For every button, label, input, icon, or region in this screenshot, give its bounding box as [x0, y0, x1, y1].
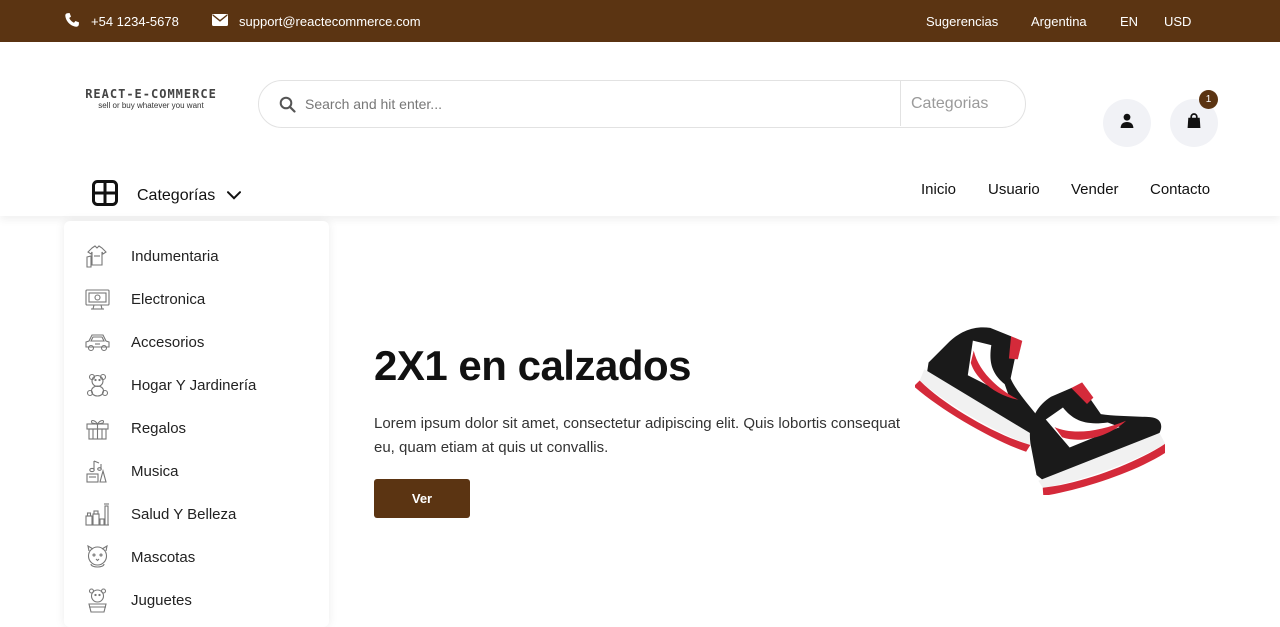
- sidebar-item-label: Musica: [131, 463, 179, 480]
- top-bar: +54 1234-5678 support@reactecommerce.com…: [0, 0, 1280, 42]
- car-icon: [84, 329, 111, 356]
- teddy-bear-icon: [84, 372, 111, 399]
- sidebar-item-salud-y-belleza[interactable]: Salud Y Belleza: [64, 493, 329, 536]
- sidebar-item-musica[interactable]: Musica: [64, 450, 329, 493]
- sidebar-item-accesorios[interactable]: Accesorios: [64, 321, 329, 364]
- mail-icon: [212, 13, 228, 29]
- sidebar-item-indumentaria[interactable]: Indumentaria: [64, 235, 329, 278]
- sidebar-item-label: Mascotas: [131, 549, 196, 566]
- logo[interactable]: REACT-E-COMMERCE sell or buy whatever yo…: [63, 88, 239, 111]
- nav-usuario[interactable]: Usuario: [988, 181, 1040, 198]
- pet-icon: [84, 544, 111, 571]
- suggestions-link[interactable]: Sugerencias: [926, 0, 998, 42]
- phone-icon: [64, 12, 80, 31]
- sidebar-item-hogar-y-jardineria[interactable]: Hogar Y Jardinería: [64, 364, 329, 407]
- nav-contacto[interactable]: Contacto: [1150, 181, 1210, 198]
- chevron-down-icon: [227, 187, 242, 205]
- user-button[interactable]: [1103, 99, 1151, 147]
- sneakers-image: [913, 305, 1168, 500]
- language-selector[interactable]: EN: [1120, 0, 1138, 42]
- music-icon: [84, 458, 111, 485]
- nav-vender[interactable]: Vender: [1071, 181, 1119, 198]
- search-icon[interactable]: [279, 96, 296, 118]
- gift-icon: [84, 415, 111, 442]
- cart-count-badge: 1: [1199, 90, 1218, 109]
- currency-selector[interactable]: USD: [1164, 0, 1191, 42]
- search-divider: [900, 81, 901, 126]
- sidebar-item-label: Indumentaria: [131, 248, 219, 265]
- sidebar-item-label: Juguetes: [131, 592, 192, 609]
- header: REACT-E-COMMERCE sell or buy whatever yo…: [0, 42, 1280, 216]
- sidebar-item-regalos[interactable]: Regalos: [64, 407, 329, 450]
- hero-description: Lorem ipsum dolor sit amet, consectetur …: [374, 415, 901, 456]
- toy-icon: [84, 587, 111, 614]
- nav-inicio[interactable]: Inicio: [921, 181, 956, 198]
- sidebar-item-mascotas[interactable]: Mascotas: [64, 536, 329, 579]
- beauty-icon: [84, 501, 111, 528]
- sidebar-item-label: Hogar Y Jardinería: [131, 377, 257, 394]
- sidebar-item-juguetes[interactable]: Juguetes: [64, 579, 329, 622]
- search-category-select[interactable]: Categorias: [911, 81, 988, 126]
- user-icon: [1120, 113, 1134, 134]
- email-address: support@reactecommerce.com: [239, 13, 421, 29]
- sidebar-item-label: Salud Y Belleza: [131, 506, 237, 523]
- categories-menu-label: Categorías: [137, 186, 216, 204]
- sidebar-item-label: Regalos: [131, 420, 187, 437]
- monitor-icon: [84, 286, 111, 313]
- logo-tagline: sell or buy whatever you want: [98, 101, 204, 110]
- sidebar-item-label: Accesorios: [131, 334, 205, 351]
- clothing-icon: [84, 243, 111, 270]
- categories-menu-toggle[interactable]: Categorías: [92, 180, 242, 211]
- search-input[interactable]: [305, 89, 895, 119]
- phone-number: +54 1234-5678: [91, 13, 179, 29]
- search-bar: Categorias: [258, 80, 1026, 128]
- country-selector[interactable]: Argentina: [1031, 0, 1087, 42]
- category-sidebar: Indumentaria Electronica Accesorios Hoga…: [64, 221, 329, 627]
- hero-view-button[interactable]: Ver: [374, 479, 470, 518]
- grid-icon: [92, 180, 118, 211]
- logo-title: REACT-E-COMMERCE: [85, 87, 217, 101]
- email-contact[interactable]: support@reactecommerce.com: [212, 0, 421, 42]
- sidebar-item-electronica[interactable]: Electronica: [64, 278, 329, 321]
- hero-title: 2X1 en calzados: [374, 342, 692, 389]
- sidebar-item-label: Electronica: [131, 291, 206, 308]
- shopping-bag-icon: [1187, 112, 1201, 134]
- phone-contact[interactable]: +54 1234-5678: [64, 0, 179, 42]
